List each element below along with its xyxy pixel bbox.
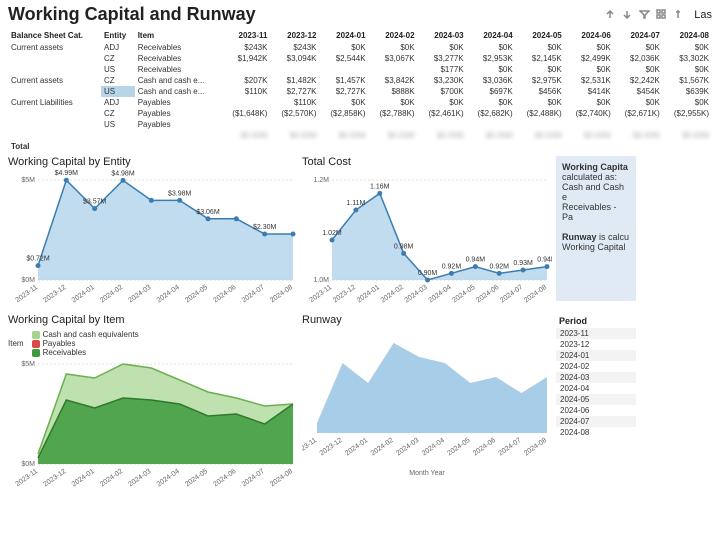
svg-text:$4.99M: $4.99M — [55, 170, 79, 177]
svg-text:2023-12: 2023-12 — [319, 437, 344, 458]
svg-text:2023-12: 2023-12 — [332, 284, 357, 305]
svg-text:0.94M: 0.94M — [466, 257, 486, 264]
svg-text:2024-03: 2024-03 — [404, 284, 429, 305]
svg-text:2024-01: 2024-01 — [71, 468, 96, 489]
svg-text:2024-01: 2024-01 — [71, 284, 96, 305]
svg-text:2024-07: 2024-07 — [498, 437, 523, 458]
chart-title-wc-item: Working Capital by Item — [8, 314, 298, 326]
svg-text:1.0M: 1.0M — [313, 277, 329, 284]
svg-text:2023-11: 2023-11 — [15, 284, 40, 304]
svg-text:2024-07: 2024-07 — [499, 284, 524, 305]
grid-icon[interactable] — [656, 9, 667, 20]
svg-text:2024-03: 2024-03 — [127, 468, 152, 489]
svg-text:2024-04: 2024-04 — [156, 284, 181, 305]
svg-text:0.98M: 0.98M — [394, 243, 414, 250]
svg-text:2024-05: 2024-05 — [184, 284, 209, 305]
svg-text:$3.98M: $3.98M — [168, 190, 192, 197]
svg-text:2024-07: 2024-07 — [241, 284, 266, 305]
svg-text:0.90M: 0.90M — [418, 270, 438, 277]
svg-text:2024-06: 2024-06 — [212, 468, 237, 489]
svg-text:2024-08: 2024-08 — [269, 284, 294, 305]
svg-text:$0.72M: $0.72M — [26, 256, 50, 263]
svg-text:2024-01: 2024-01 — [356, 284, 381, 305]
svg-text:2024-08: 2024-08 — [269, 468, 294, 489]
pin-icon[interactable] — [673, 9, 684, 20]
svg-text:$3.06M: $3.06M — [196, 209, 220, 216]
svg-text:0.94M: 0.94M — [537, 257, 552, 264]
svg-text:2024-07: 2024-07 — [241, 468, 266, 489]
down-arrow-icon[interactable] — [622, 9, 633, 20]
svg-text:$2.30M: $2.30M — [253, 224, 277, 231]
svg-text:2024-05: 2024-05 — [446, 437, 471, 458]
svg-text:2024-03: 2024-03 — [127, 284, 152, 305]
svg-text:2024-02: 2024-02 — [99, 468, 124, 489]
chart-title-wc-entity: Working Capital by Entity — [8, 156, 298, 168]
svg-text:2024-03: 2024-03 — [395, 437, 420, 458]
svg-text:2023-12: 2023-12 — [42, 468, 67, 489]
svg-text:2024-04: 2024-04 — [156, 468, 181, 489]
up-arrow-icon[interactable] — [605, 9, 616, 20]
info-panel: Working Capita calculated as: Cash and C… — [556, 156, 636, 301]
pivot-table[interactable]: Balance Sheet Cat.EntityItem2023-112023-… — [0, 29, 720, 154]
svg-text:2024-08: 2024-08 — [523, 284, 548, 305]
svg-text:$5M: $5M — [21, 177, 35, 184]
svg-text:2023-12: 2023-12 — [42, 284, 67, 305]
svg-text:2024-04: 2024-04 — [428, 284, 453, 305]
filter-icon[interactable] — [639, 9, 650, 20]
svg-text:2023-11: 2023-11 — [15, 468, 40, 488]
svg-text:1.16M: 1.16M — [370, 183, 390, 190]
svg-text:$3.57M: $3.57M — [83, 199, 107, 206]
chart-total-cost[interactable]: 1.0M1.2M1.02M1.11M1.16M0.98M0.90M0.92M0.… — [302, 170, 552, 310]
svg-text:2023-11: 2023-11 — [309, 284, 334, 304]
svg-text:0.93M: 0.93M — [513, 260, 533, 267]
page-title: Working Capital and Runway — [8, 4, 256, 25]
svg-text:$0M: $0M — [21, 461, 35, 468]
svg-text:2024-06: 2024-06 — [472, 437, 497, 458]
svg-text:0.92M: 0.92M — [442, 263, 462, 270]
svg-text:2024-01: 2024-01 — [344, 437, 369, 458]
chart-wc-entity[interactable]: $0M $5M $0.72M $4.99M $3.57M $4.98M $3.98M $3.0… — [8, 170, 298, 310]
legend: Item Cash and cash equivalentsPayablesRe… — [8, 330, 298, 357]
svg-text:2024-06: 2024-06 — [475, 284, 500, 305]
svg-text:2024-02: 2024-02 — [380, 284, 405, 305]
period-panel[interactable]: Period2023-112023-122024-012024-022024-0… — [556, 314, 636, 494]
svg-text:1.11M: 1.11M — [346, 200, 365, 207]
chart-title-total-cost: Total Cost — [302, 156, 552, 168]
svg-text:1.2M: 1.2M — [313, 177, 329, 184]
svg-text:2024-02: 2024-02 — [99, 284, 124, 305]
chart-wc-item[interactable]: $0M$5M2023-112023-122024-012024-022024-0… — [8, 359, 298, 494]
svg-text:Month Year: Month Year — [409, 470, 445, 477]
chart-title-runway: Runway — [302, 314, 552, 326]
chart-runway[interactable]: 2023-112023-122024-012024-022024-032024-… — [302, 328, 552, 478]
svg-text:2023-11: 2023-11 — [302, 437, 318, 457]
svg-text:2024-02: 2024-02 — [370, 437, 395, 458]
svg-text:$4.98M: $4.98M — [111, 170, 135, 177]
svg-text:2024-06: 2024-06 — [212, 284, 237, 305]
svg-text:2024-05: 2024-05 — [451, 284, 476, 305]
svg-text:$5M: $5M — [21, 361, 35, 368]
last-label: Las — [694, 9, 712, 21]
svg-text:2024-04: 2024-04 — [421, 437, 446, 458]
header-icons[interactable] — [605, 9, 684, 20]
svg-text:2024-08: 2024-08 — [523, 437, 548, 458]
svg-text:2024-05: 2024-05 — [184, 468, 209, 489]
svg-text:$0M: $0M — [21, 277, 35, 284]
svg-text:1.02M: 1.02M — [322, 230, 342, 237]
svg-text:0.92M: 0.92M — [489, 263, 509, 270]
